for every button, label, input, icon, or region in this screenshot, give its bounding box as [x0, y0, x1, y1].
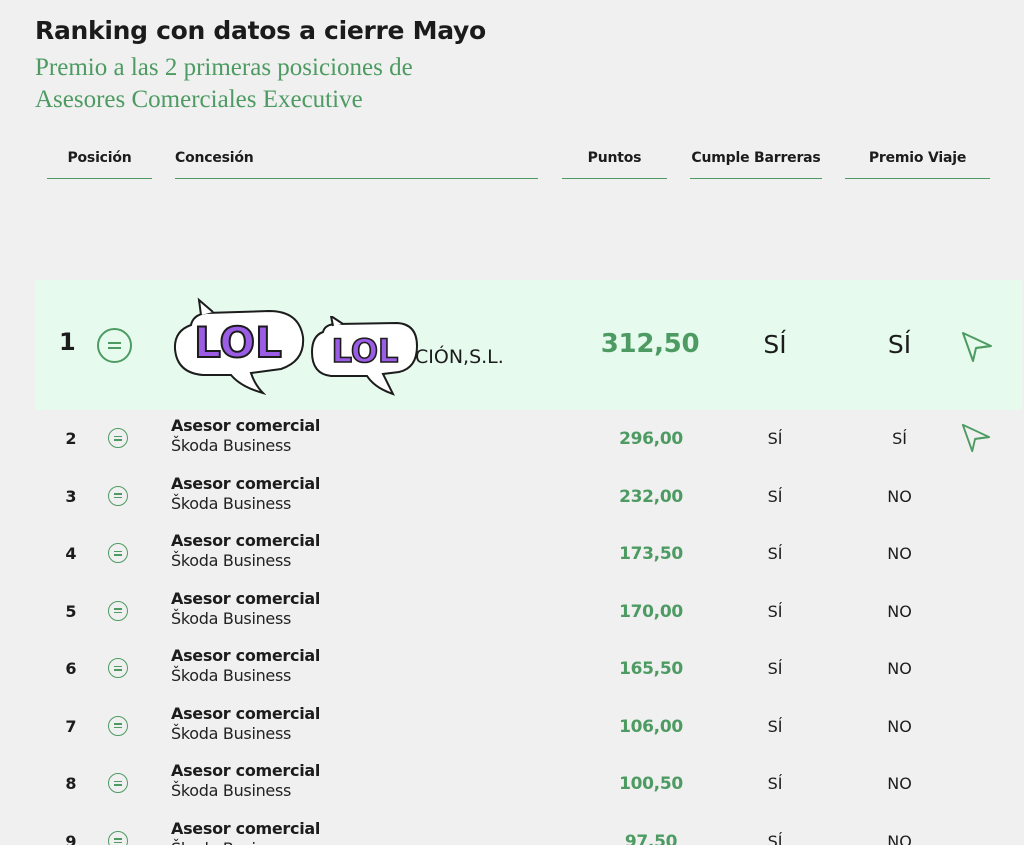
- lol-sticker-1: LOL: [173, 297, 305, 395]
- row-dealer-name: CIÓN,S.L.: [415, 346, 504, 368]
- column-divider-points: [562, 178, 667, 179]
- row-trip: SÍ: [892, 429, 907, 448]
- row-barriers: SÍ: [763, 330, 787, 359]
- row-trip: NO: [887, 774, 912, 793]
- equals-circle-icon[interactable]: [97, 328, 132, 363]
- row-dealer-name: Škoda Business: [171, 436, 292, 455]
- ranking-row[interactable]: 2 Asesor comercial Škoda Business 296,00…: [35, 410, 1022, 467]
- ranking-row[interactable]: 5 Asesor comercial Škoda Business 170,00…: [35, 583, 1022, 640]
- row-dealer-name: Škoda Business: [171, 551, 292, 570]
- ranking-row[interactable]: 8 Asesor comercial Škoda Business 100,50…: [35, 755, 1022, 812]
- send-icon[interactable]: [960, 422, 992, 454]
- row-dealer-name: Škoda Business: [171, 723, 292, 743]
- column-divider-dealer: [175, 178, 538, 179]
- row-dealer: Asesor comercial Škoda Business: [171, 819, 320, 845]
- row-points: 100,50: [619, 774, 683, 794]
- ranking-row[interactable]: 9 Asesor comercial Škoda Business 97,50 …: [35, 813, 1022, 845]
- row-barriers: SÍ: [767, 429, 783, 448]
- column-header-barriers: Cumple Barreras: [691, 150, 821, 166]
- equals-circle-icon[interactable]: [108, 485, 128, 506]
- column-divider-position: [47, 178, 152, 179]
- equals-circle-icon[interactable]: [108, 715, 128, 736]
- ranking-row[interactable]: 3 Asesor comercial Škoda Business 232,00…: [35, 468, 1022, 525]
- row-barriers: SÍ: [767, 659, 783, 678]
- row-trip: NO: [887, 831, 912, 845]
- row-barriers: SÍ: [767, 601, 783, 621]
- row-dealer-name: Škoda Business: [171, 781, 292, 800]
- sticker-text: LOL: [332, 332, 399, 370]
- row-points: 296,00: [619, 429, 683, 449]
- row-position: 6: [65, 659, 77, 678]
- row-position: 3: [65, 486, 77, 506]
- row-position: 8: [65, 774, 77, 793]
- column-header-position: Posición: [67, 150, 132, 166]
- row-barriers: SÍ: [767, 774, 783, 793]
- row-role: Asesor comercial: [171, 588, 321, 608]
- row-dealer: Asesor comercial Škoda Business: [171, 646, 320, 686]
- row-dealer: Asesor comercial Škoda Business: [171, 416, 320, 456]
- lol-sticker-2: LOL: [310, 316, 419, 396]
- row-dealer-name: Škoda Business: [171, 608, 292, 628]
- row-position: 5: [65, 601, 77, 621]
- ranking-row[interactable]: 6 Asesor comercial Škoda Business 165,50…: [35, 640, 1022, 697]
- row-trip: NO: [887, 659, 912, 678]
- ranking-row[interactable]: 7 Asesor comercial Škoda Business 106,00…: [35, 698, 1022, 755]
- row-position: 7: [65, 716, 77, 736]
- page-subtitle: Premio a las 2 primeras posiciones de As…: [35, 54, 413, 113]
- row-points: 312,50: [600, 329, 700, 359]
- column-divider-barriers: [690, 178, 822, 179]
- column-header-dealer: Concesión: [175, 150, 254, 166]
- equals-circle-icon[interactable]: [108, 773, 128, 793]
- row-position: 9: [65, 831, 77, 845]
- ranking-row[interactable]: 4 Asesor comercial Škoda Business 173,50…: [35, 525, 1022, 582]
- row-role: Asesor comercial: [171, 646, 321, 665]
- row-dealer: Asesor comercial Škoda Business: [171, 761, 320, 801]
- row-role: Asesor comercial: [171, 473, 321, 493]
- row-points: 106,00: [619, 716, 683, 737]
- row-position: 1: [59, 328, 76, 356]
- row-dealer-name: Škoda Business: [171, 839, 320, 845]
- row-dealer: Asesor comercial Škoda Business: [171, 589, 320, 629]
- column-divider-trip: [845, 178, 990, 179]
- row-dealer: Asesor comercial Škoda Business: [171, 474, 320, 514]
- sticker-text: LOL: [194, 318, 282, 367]
- row-dealer: Asesor comercial Škoda Business: [171, 704, 320, 744]
- row-role: Asesor comercial: [171, 703, 321, 723]
- column-header-trip: Premio Viaje: [868, 150, 967, 166]
- row-role: Asesor comercial: [171, 761, 321, 780]
- row-dealer-name: Škoda Business: [171, 493, 292, 513]
- row-trip: SÍ: [887, 330, 912, 359]
- row-points: 173,50: [619, 544, 683, 564]
- ranking-row-top[interactable]: 1 CIÓN,S.L. LOL LOL 312,50 SÍ SÍ: [35, 280, 1022, 410]
- row-trip: NO: [887, 544, 912, 563]
- row-position: 2: [65, 429, 77, 448]
- row-dealer: Asesor comercial Škoda Business: [171, 531, 320, 571]
- row-barriers: SÍ: [767, 831, 783, 845]
- row-points: 232,00: [619, 486, 683, 507]
- row-points: 170,00: [619, 601, 683, 622]
- row-barriers: SÍ: [767, 486, 783, 506]
- row-position: 4: [65, 544, 77, 563]
- row-barriers: SÍ: [767, 716, 783, 736]
- row-points: 97,50: [624, 831, 678, 845]
- row-role: Asesor comercial: [171, 531, 321, 550]
- row-dealer-name: Škoda Business: [171, 666, 292, 685]
- equals-circle-icon[interactable]: [108, 543, 128, 563]
- row-trip: NO: [887, 601, 912, 621]
- row-role: Asesor comercial: [171, 818, 321, 838]
- column-header-points: Puntos: [587, 150, 642, 166]
- equals-circle-icon[interactable]: [108, 830, 128, 845]
- equals-circle-icon[interactable]: [108, 658, 128, 678]
- page-title: Ranking con datos a cierre Mayo: [35, 16, 486, 45]
- equals-circle-icon[interactable]: [108, 428, 128, 448]
- row-points: 165,50: [619, 659, 683, 679]
- row-role: Asesor comercial: [171, 416, 321, 435]
- equals-circle-icon[interactable]: [108, 600, 128, 621]
- row-trip: NO: [887, 486, 912, 506]
- send-icon[interactable]: [960, 330, 994, 364]
- row-trip: NO: [887, 716, 912, 736]
- row-barriers: SÍ: [767, 544, 783, 563]
